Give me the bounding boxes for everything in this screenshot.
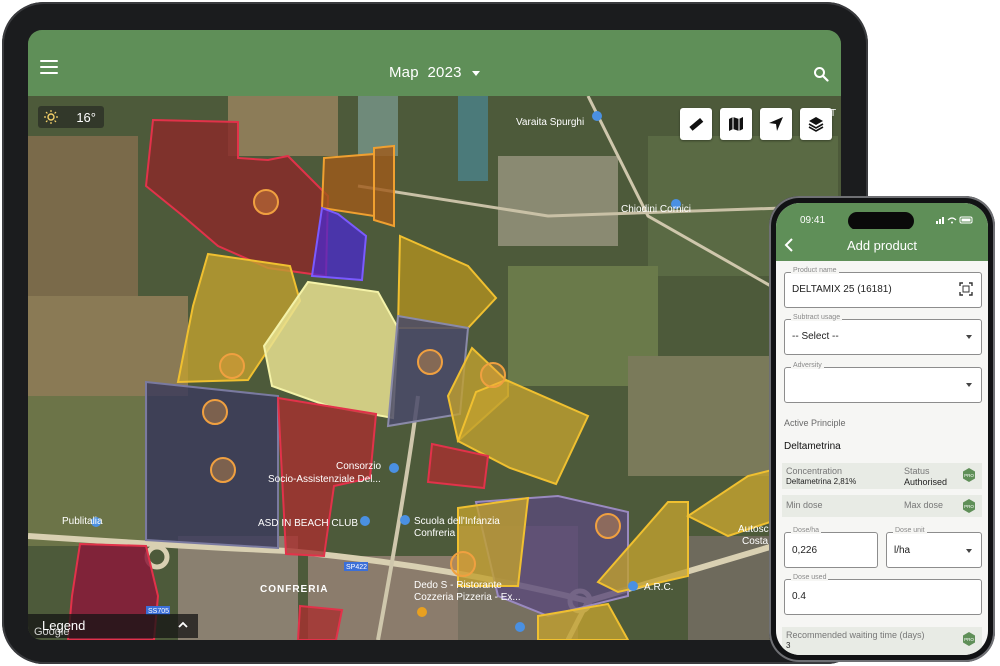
dose-unit-value: l/ha: [894, 545, 911, 556]
dose-unit-select[interactable]: Dose unit l/ha: [886, 527, 982, 568]
dose-ha-value: 0,226: [792, 545, 818, 556]
adversity-label: Adversity: [791, 362, 824, 369]
google-attribution: Google: [34, 626, 70, 638]
concentration-value: Deltametrina 2,81%: [786, 477, 857, 486]
dose-unit-label: Dose unit: [893, 527, 927, 534]
barcode-scan-icon[interactable]: [959, 282, 973, 296]
dose-used-value: 0.4: [792, 591, 806, 602]
map-label-autosc2: Costa: [742, 536, 769, 547]
waiting-time-row: Recommended waiting time (days) 3 PRO: [782, 627, 982, 655]
max-dose-label: Max dose: [904, 500, 944, 510]
road-label-sp422: SP422: [346, 564, 367, 571]
map-type-button[interactable]: [720, 108, 752, 140]
navigation-icon: [769, 117, 783, 131]
product-name-label: Product name: [791, 267, 839, 274]
map-icon: [729, 117, 743, 131]
product-name-field[interactable]: Product name DELTAMIX 25 (16181): [784, 267, 982, 308]
ruler-button[interactable]: [680, 108, 712, 140]
map-label-asd: ASD IN BEACH CLUB: [258, 518, 358, 529]
chevron-up-icon: [178, 621, 188, 628]
dropdown-arrow-icon: [966, 549, 972, 553]
map-label-scuola1: Scuola dell'Infanzia: [414, 516, 500, 527]
min-dose-label: Min dose: [786, 500, 823, 510]
map-year-selector[interactable]: Map 2023: [28, 64, 841, 81]
weather-widget: 16°: [38, 106, 104, 128]
pro-badge-icon: PRO: [963, 468, 975, 482]
nav-bar: Add product: [776, 229, 988, 261]
map-label-confreria: CONFRERIA: [260, 584, 328, 595]
map-label-dedo2: Cozzeria Pizzeria - Ex...: [414, 592, 521, 603]
active-principle-label: Active Principle: [784, 418, 846, 428]
app-bar: Map 2023: [28, 30, 841, 96]
map-label-publitalia: Publitalia: [62, 516, 103, 527]
tablet-screen: Map 2023 Varaita Spurghi Chiodini Cornic…: [28, 30, 841, 640]
status-time: 09:41: [800, 215, 826, 226]
screen-title: Add product: [846, 238, 918, 253]
subtract-usage-label: Subtract usage: [791, 314, 843, 321]
concentration-label: Concentration: [786, 466, 843, 476]
add-product-form: Product name DELTAMIX 25 (16181) Subtrac…: [776, 261, 988, 655]
ruler-icon: [689, 117, 704, 131]
layers-button[interactable]: [800, 108, 832, 140]
search-icon[interactable]: [813, 66, 829, 82]
waiting-time-value: 3: [786, 641, 791, 650]
pro-badge-icon: PRO: [963, 499, 975, 513]
pro-badge-icon: PRO: [963, 632, 975, 646]
dropdown-arrow-icon: [966, 383, 972, 387]
dose-range-row: Min dose Max dose PRO: [782, 495, 982, 517]
map-label-varaita: Varaita Spurghi: [516, 117, 584, 128]
svg-text:PRO: PRO: [964, 637, 974, 642]
page-title: Map: [388, 64, 419, 81]
dose-used-label: Dose used: [791, 574, 829, 581]
active-principle-value: Deltametrina: [784, 441, 841, 452]
dose-ha-field[interactable]: Dose/ha 0,226: [784, 527, 878, 568]
waiting-time-label: Recommended waiting time (days): [786, 630, 925, 640]
map-label-autosc1: Autosc: [738, 524, 769, 535]
adversity-select[interactable]: Adversity: [784, 362, 982, 403]
signal-wifi-battery-icon: [936, 216, 973, 224]
subtract-usage-value: -- Select --: [792, 331, 839, 342]
layers-icon: [808, 117, 824, 132]
temperature-value: 16°: [76, 110, 96, 125]
tablet-frame: Map 2023 Varaita Spurghi Chiodini Cornic…: [2, 2, 868, 664]
phone-screen: 09:41 Add product Product name DELTAMIX …: [776, 203, 988, 655]
svg-text:PRO: PRO: [964, 504, 974, 509]
product-name-value: DELTAMIX 25 (16181): [792, 284, 892, 295]
satellite-map[interactable]: Varaita Spurghi Chiodini Cornici Consorz…: [28, 96, 841, 640]
map-label-socio: Socio-Assistenziale Del...: [268, 474, 381, 485]
status-label: Status: [904, 466, 930, 476]
map-label-consorzio: Consorzio: [336, 461, 381, 472]
map-label-dedo1: Dedo S - Ristorante: [414, 580, 502, 591]
dose-used-field[interactable]: Dose used 0.4: [784, 574, 982, 615]
map-label-arc: A.R.C.: [644, 582, 673, 593]
caret-down-icon: [472, 70, 481, 76]
map-label-chiodini: Chiodini Cornici: [621, 204, 691, 215]
sun-icon: [44, 110, 58, 124]
dropdown-arrow-icon: [966, 335, 972, 339]
svg-text:PRO: PRO: [964, 473, 974, 478]
subtract-usage-select[interactable]: Subtract usage -- Select --: [784, 314, 982, 355]
year-value: 2023: [427, 64, 462, 81]
phone-frame: 09:41 Add product Product name DELTAMIX …: [769, 196, 995, 662]
dose-ha-label: Dose/ha: [791, 527, 822, 534]
map-label-scuola2: Confreria: [414, 528, 456, 539]
dynamic-island: [848, 212, 914, 230]
locate-button[interactable]: [760, 108, 792, 140]
status-value: Authorised: [904, 477, 948, 487]
concentration-row: Concentration Deltametrina 2,81% Status …: [782, 463, 982, 489]
